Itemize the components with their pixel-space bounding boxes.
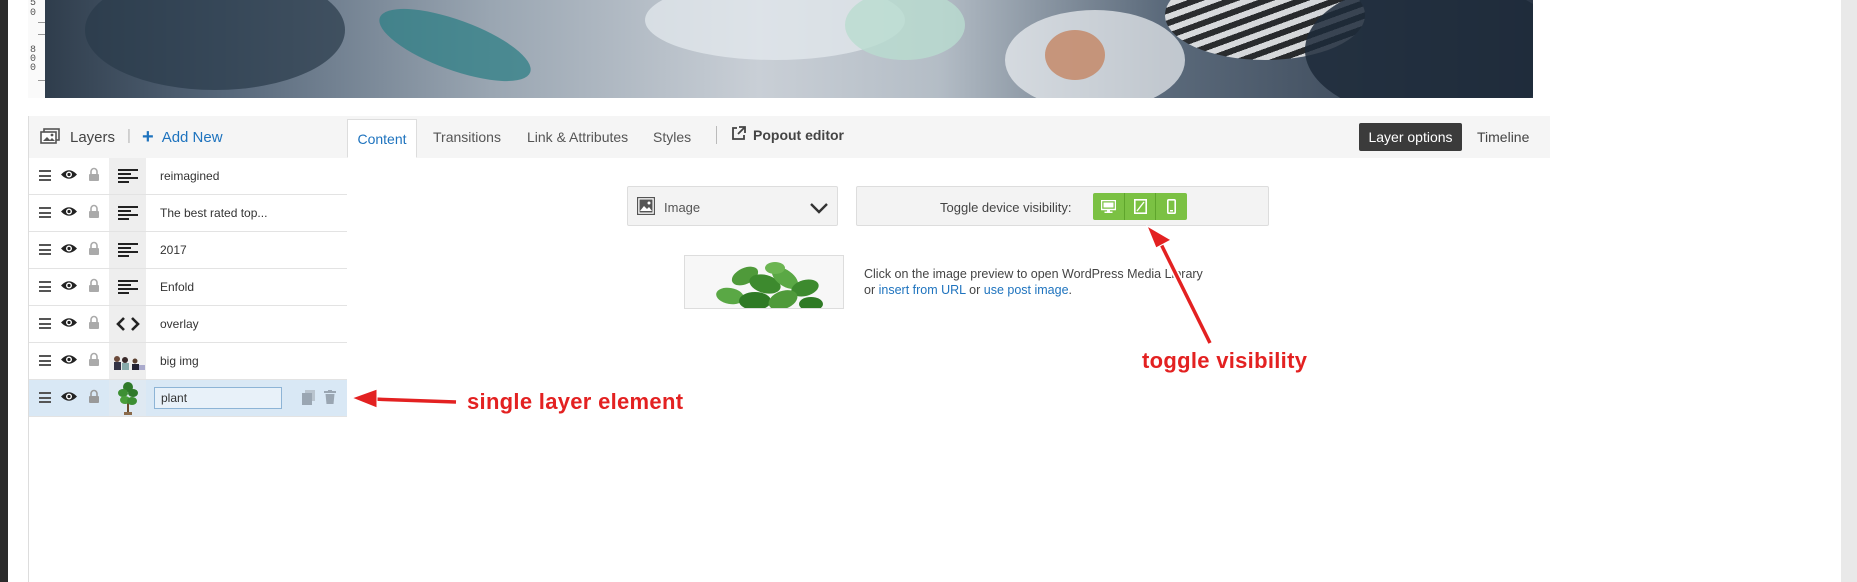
annotation-single-layer-element: single layer element	[467, 389, 684, 414]
annotation-arrows	[350, 224, 1214, 409]
annotation-toggle-visibility: toggle visibility	[1142, 348, 1308, 373]
